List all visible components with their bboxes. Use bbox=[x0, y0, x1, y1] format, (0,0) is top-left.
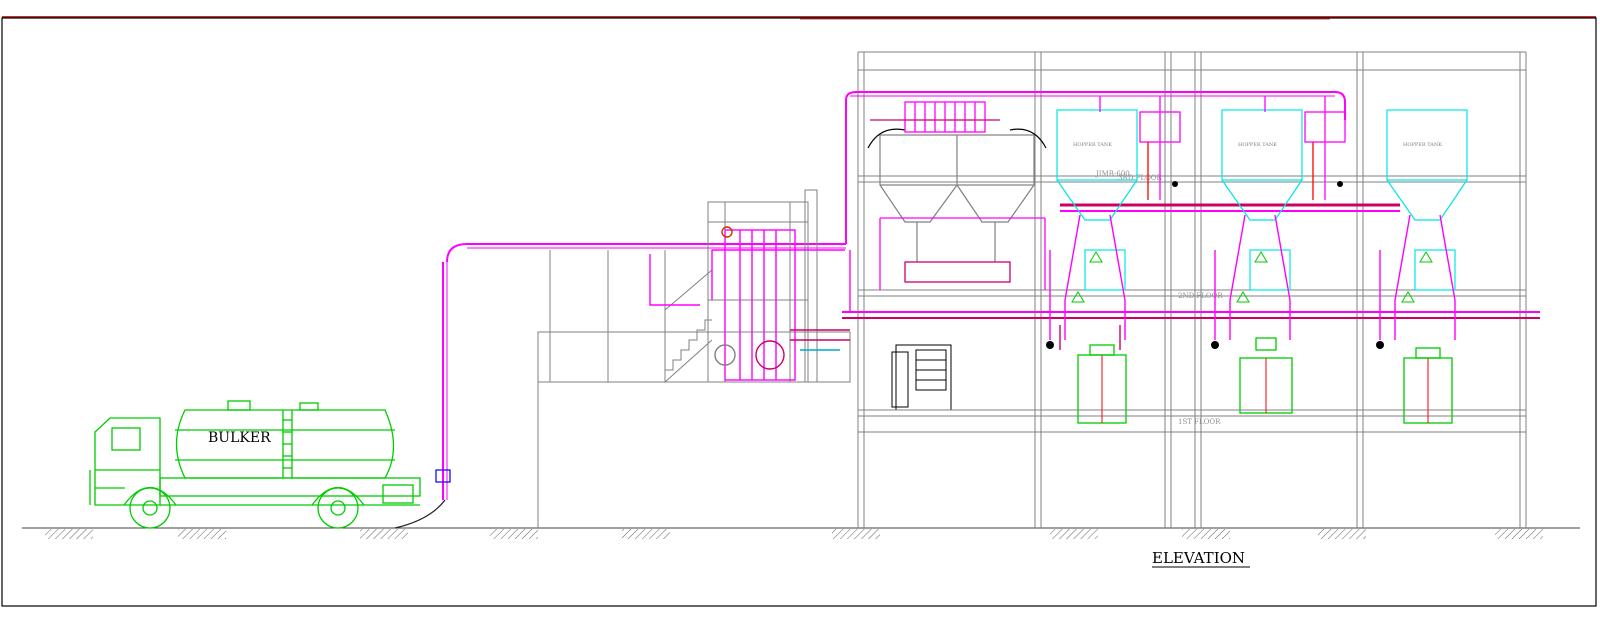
ground-hatching bbox=[45, 529, 1543, 539]
bulker-hose bbox=[394, 243, 846, 529]
silo-discharge-piping bbox=[1049, 214, 1456, 350]
receiving-bin-1 bbox=[1077, 344, 1127, 424]
bulker-label: BULKER bbox=[208, 430, 271, 446]
drawing-title: ELEVATION bbox=[1152, 549, 1245, 567]
receiving-bin-3 bbox=[1403, 347, 1453, 424]
floor-label-2nd: 2ND FLOOR bbox=[1178, 292, 1223, 300]
floor-label-1st: 1ST FLOOR bbox=[1178, 418, 1221, 426]
platform-structure bbox=[537, 250, 851, 528]
silo-hopper-3 bbox=[1386, 109, 1468, 291]
level-markers bbox=[1071, 251, 1433, 303]
silo-hopper-2 bbox=[1221, 109, 1303, 291]
silo-hopper-1 bbox=[1056, 109, 1138, 291]
twin-hoppers bbox=[867, 128, 1047, 262]
transfer-piping bbox=[842, 91, 1540, 319]
silo-1-tag: HOPPER TANK bbox=[1073, 142, 1112, 148]
silo-2-tag: HOPPER TANK bbox=[1238, 142, 1277, 148]
control-panel bbox=[891, 344, 952, 411]
silo-3-tag: HOPPER TANK bbox=[1403, 142, 1442, 148]
receiving-bin-2 bbox=[1239, 337, 1293, 414]
equipment-tag: JIMB-600 bbox=[1095, 170, 1130, 178]
elevation-drawing: BULKER 3RD FLOOR 2ND FLOOR 1ST FLOOR JIM… bbox=[1, 16, 1597, 607]
skid-piping bbox=[649, 226, 850, 381]
hopper-top-equipment bbox=[870, 101, 1046, 290]
bulker-truck bbox=[89, 400, 421, 529]
process-skid bbox=[664, 189, 818, 383]
